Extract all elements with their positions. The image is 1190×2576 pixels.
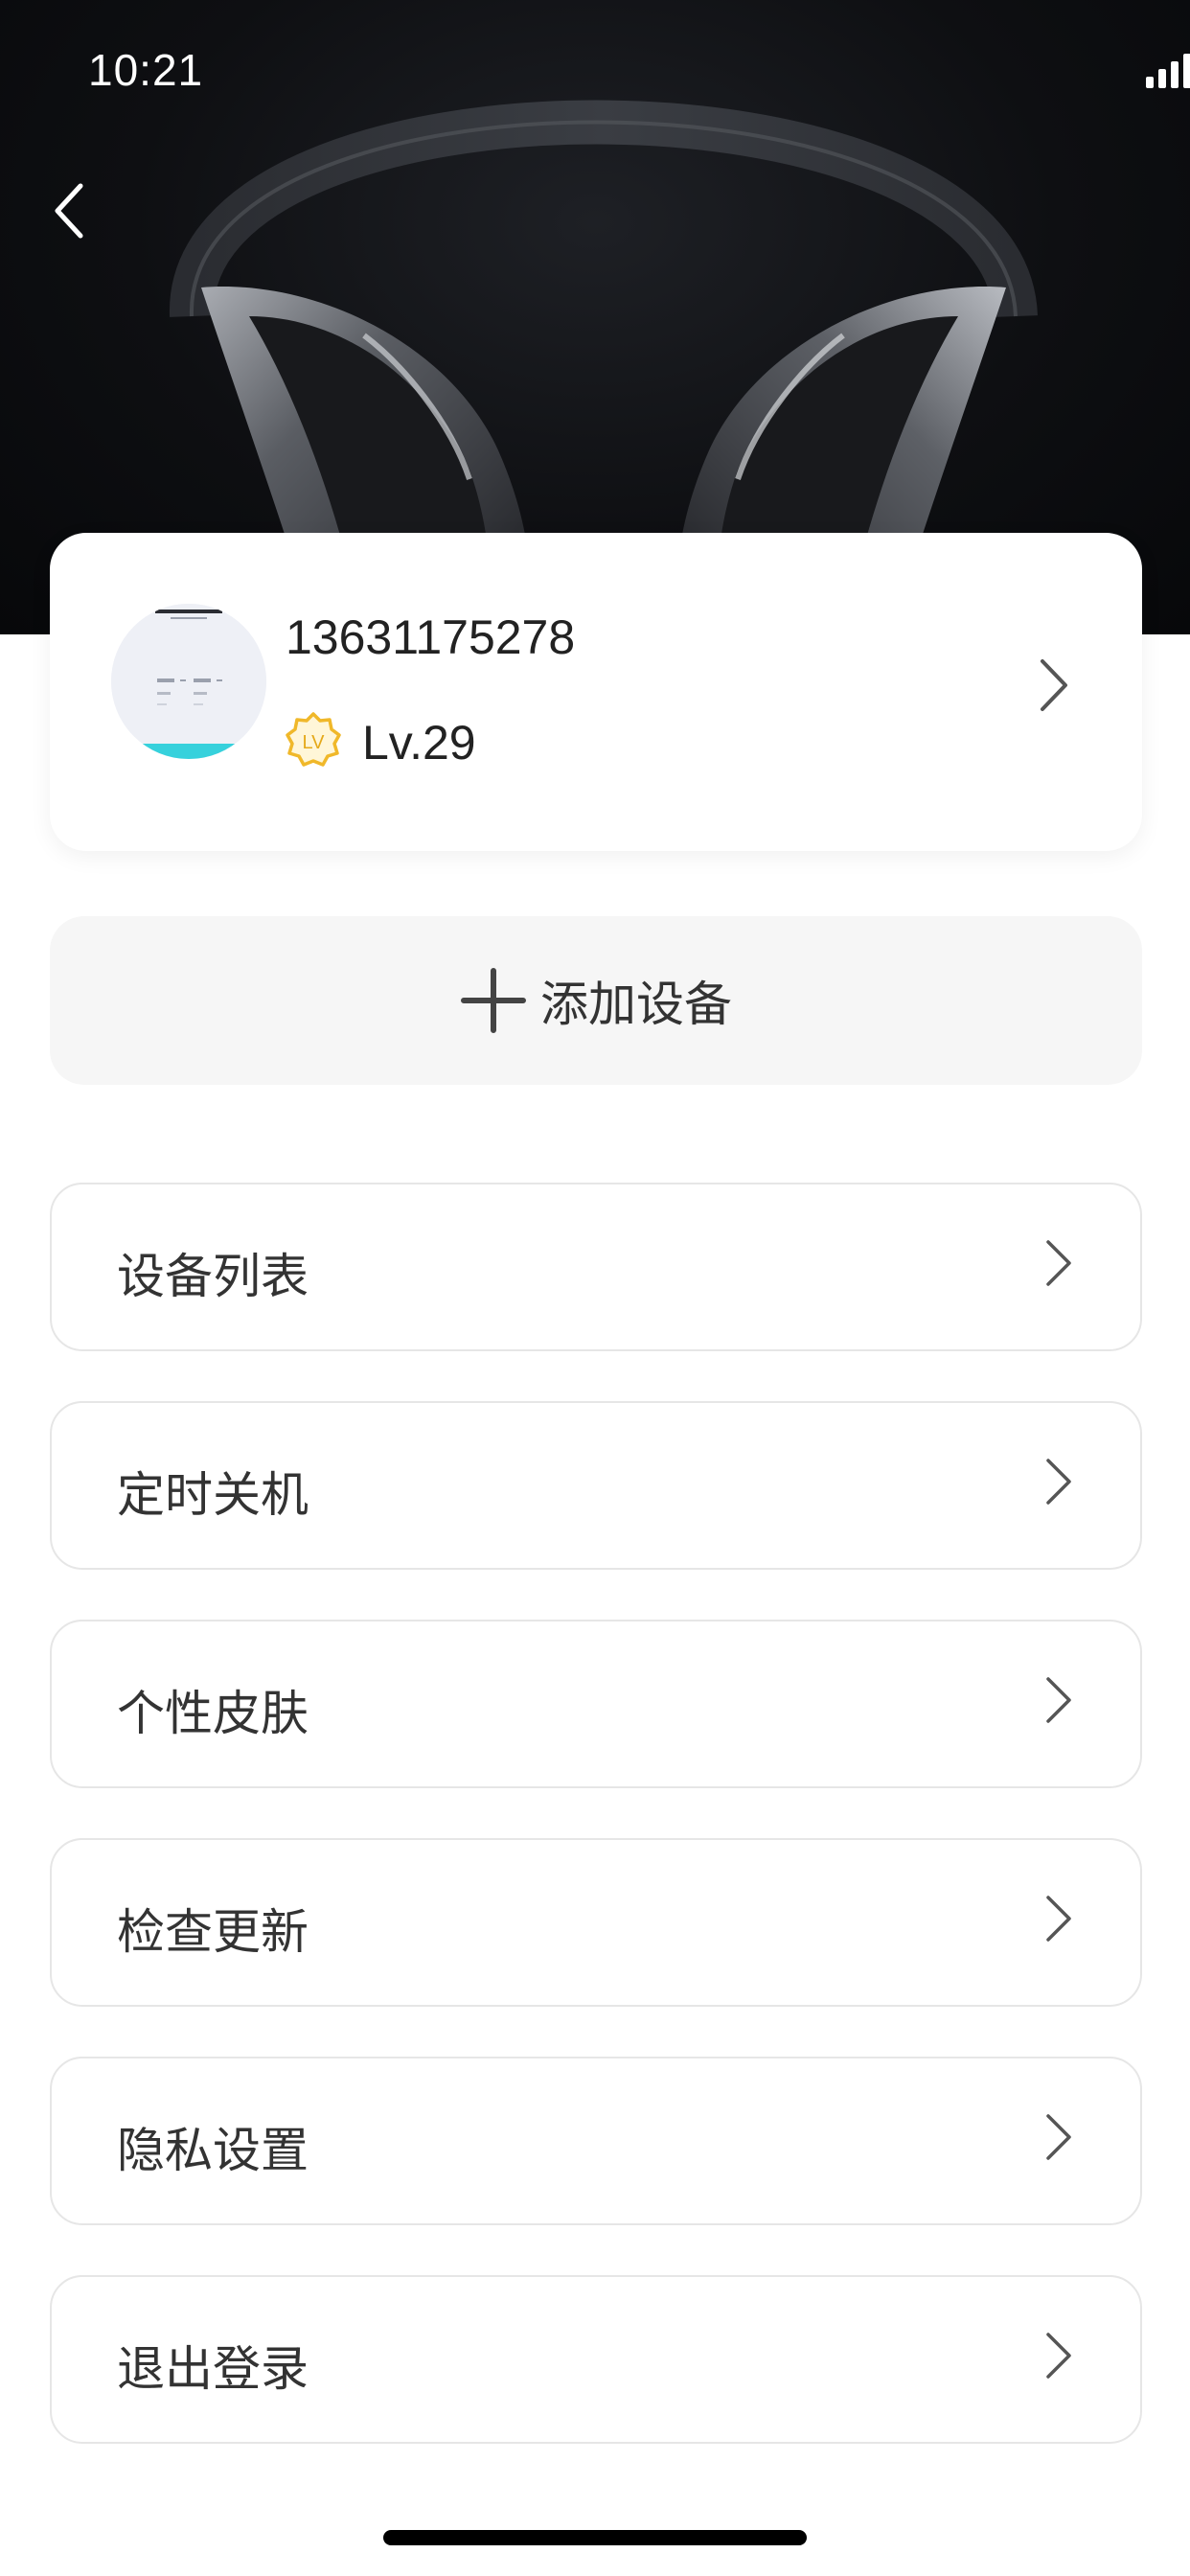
cellular-signal-icon [1146, 54, 1190, 88]
chevron-right-icon [1046, 1896, 1071, 1942]
menu-item-logout[interactable]: 退出登录 [50, 2275, 1142, 2444]
chevron-right-icon [1035, 656, 1073, 719]
avatar [111, 604, 266, 759]
chevron-right-icon [1046, 1677, 1071, 1723]
chevron-left-icon [55, 183, 83, 239]
back-button[interactable] [42, 172, 109, 249]
menu-item-check-update[interactable]: 检查更新 [50, 1838, 1142, 2007]
menu-item-label: 设备列表 [117, 1249, 309, 1304]
profile-card[interactable]: 13631175278 LV Lv.29 [50, 533, 1142, 851]
chevron-right-icon [1046, 1240, 1071, 1286]
chevron-right-icon [1046, 1459, 1071, 1505]
add-device-label: 添加设备 [540, 977, 732, 1032]
user-level: Lv.29 [362, 716, 476, 770]
menu-item-privacy-settings[interactable]: 隐私设置 [50, 2057, 1142, 2225]
menu-item-label: 检查更新 [117, 1904, 309, 1960]
status-time: 10:21 [88, 45, 204, 95]
menu-item-sleep-timer[interactable]: 定时关机 [50, 1401, 1142, 1570]
plus-icon [461, 968, 526, 1033]
level-badge-icon: LV [284, 711, 343, 774]
menu-item-label: 定时关机 [117, 1467, 309, 1523]
chevron-right-icon [1046, 2114, 1071, 2160]
chevron-right-icon [1046, 2333, 1071, 2379]
menu-item-label: 隐私设置 [117, 2123, 309, 2178]
home-indicator[interactable] [383, 2530, 807, 2545]
add-device-button[interactable]: 添加设备 [50, 916, 1142, 1085]
menu-item-device-list[interactable]: 设备列表 [50, 1183, 1142, 1351]
menu-item-skin[interactable]: 个性皮肤 [50, 1620, 1142, 1788]
menu-item-label: 退出登录 [117, 2341, 309, 2397]
menu-item-label: 个性皮肤 [117, 1686, 309, 1741]
user-phone-number: 13631175278 [286, 610, 576, 664]
level-badge-label: LV [303, 732, 326, 753]
